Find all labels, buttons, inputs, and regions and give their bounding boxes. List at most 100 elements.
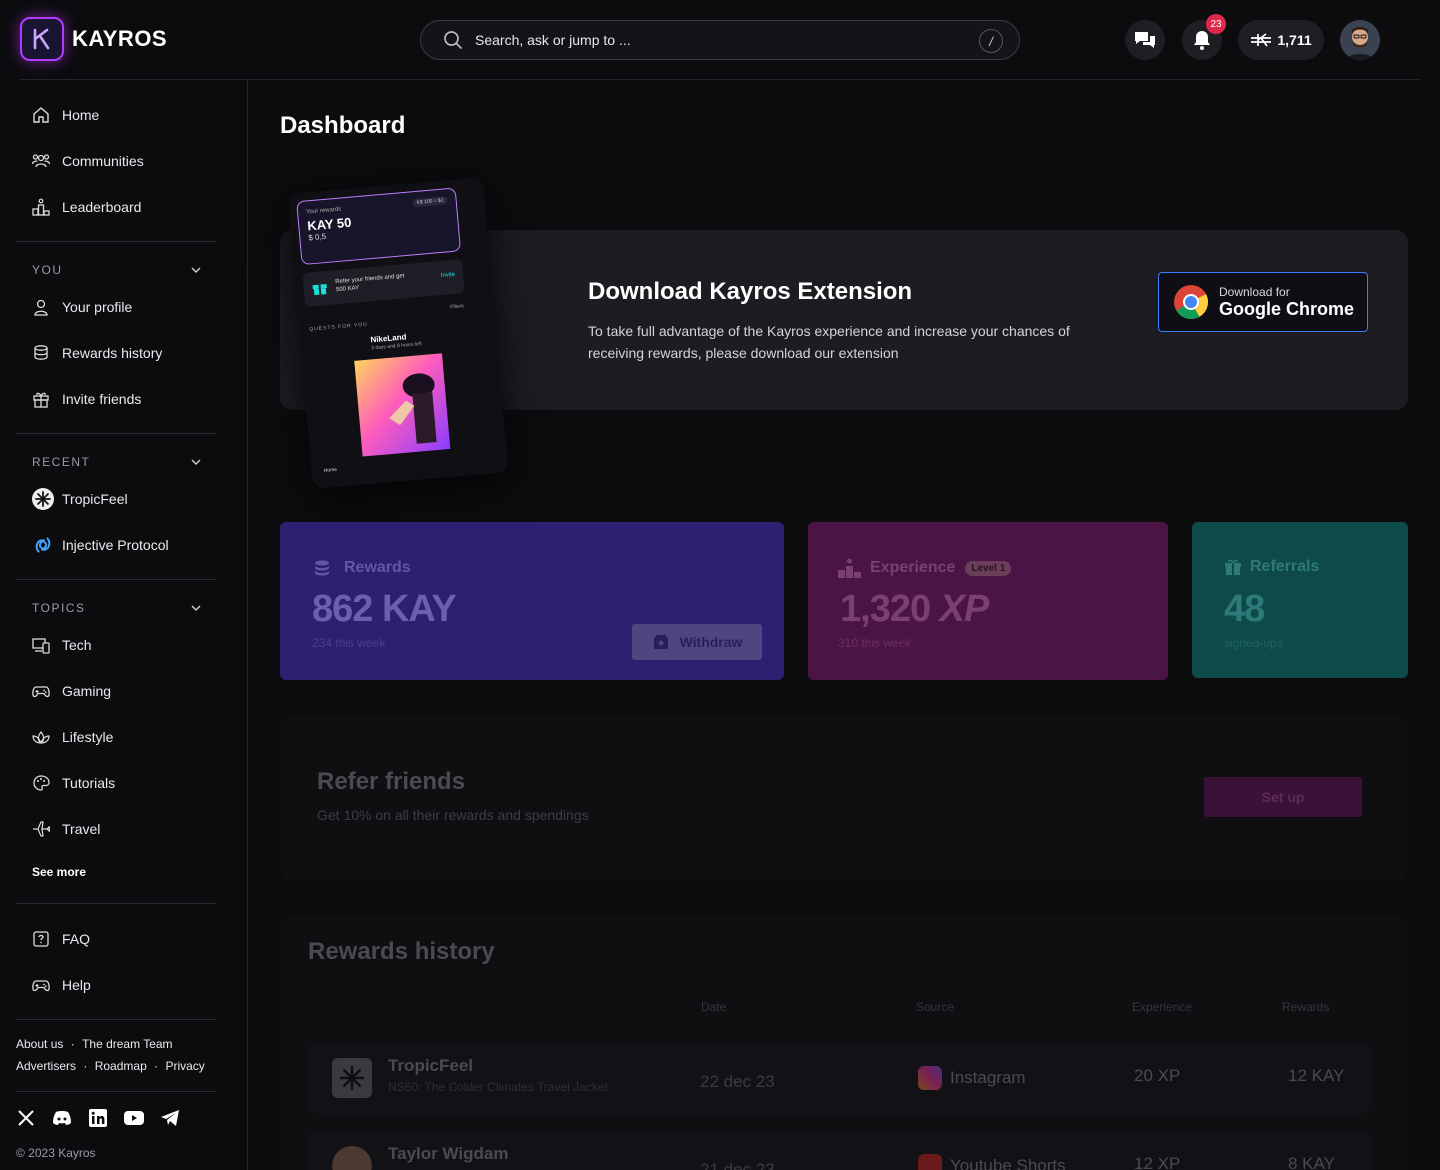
tropicfeel-icon <box>32 488 54 510</box>
leaderboard-icon <box>32 198 50 216</box>
row-title: TropicFeel <box>388 1056 474 1075</box>
footer-link-advertisers[interactable]: Advertisers <box>16 1059 76 1073</box>
section-label-topics: TOPICS <box>32 601 86 615</box>
brand-name: KAYROS <box>72 26 168 51</box>
experience-week-sub: 310 this week <box>838 636 912 650</box>
rewards-week-sub: 234 this week <box>312 636 386 650</box>
footer-link-privacy[interactable]: Privacy <box>165 1059 204 1073</box>
sidebar-item-injective-protocol[interactable]: Injective Protocol <box>32 533 169 557</box>
sidebar-item-your-profile[interactable]: Your profile <box>32 295 132 319</box>
referrals-stat-card: Referrals 48 signed-ups <box>1192 522 1408 678</box>
gamepad-icon <box>32 980 50 992</box>
experience-label: Experience Level 1 <box>838 558 1012 578</box>
gift-icon <box>33 392 49 408</box>
search-icon <box>444 31 462 49</box>
youtube-shorts-icon <box>918 1154 942 1170</box>
sidebar-item-faq[interactable]: FAQ <box>32 927 90 951</box>
sidebar: Home Communities Leaderboard YOU Your pr… <box>0 80 248 1170</box>
home-icon <box>33 107 49 123</box>
chrome-button-big-text: Google Chrome <box>1219 298 1355 319</box>
sidebar-item-invite-friends[interactable]: Invite friends <box>32 387 141 411</box>
chevron-down-icon[interactable] <box>190 264 202 276</box>
row-experience: 12 XP <box>1134 1154 1181 1170</box>
sidebar-divider <box>16 1091 216 1092</box>
experience-label-text: Experience <box>870 559 956 576</box>
chat-icon <box>1135 32 1155 48</box>
injective-icon <box>35 537 51 553</box>
sidebar-item-label: Home <box>62 107 100 123</box>
footer-link-roadmap[interactable]: Roadmap <box>95 1059 147 1073</box>
extension-phone-mockup: Your rewards K$ 100 = $1 KAY 50 $ 0,5 Re… <box>287 177 509 489</box>
experience-value-number: 1,320 <box>840 588 931 630</box>
refer-title: Refer friends <box>317 768 466 795</box>
row-source: Instagram <box>918 1066 1026 1090</box>
rewards-stat-card: Rewards 862 KAY 234 this week Withdraw <box>280 522 784 680</box>
gift-icon <box>1225 559 1241 575</box>
sidebar-item-gaming[interactable]: Gaming <box>32 679 111 703</box>
instagram-icon <box>918 1066 942 1090</box>
table-row[interactable]: Taylor Wigdam 21 dec 23 Youtube Shorts 1… <box>308 1130 1370 1170</box>
sidebar-item-tech[interactable]: Tech <box>32 633 92 657</box>
search-bar[interactable]: Search, ask or jump to ... / <box>420 20 1020 60</box>
rewards-history-title: Rewards history <box>308 938 495 965</box>
row-title: Taylor Wigdam <box>388 1144 509 1163</box>
lotus-icon <box>32 731 50 744</box>
wallet-icon <box>653 635 668 649</box>
footer-link-about[interactable]: About us <box>16 1037 63 1051</box>
user-icon <box>34 299 48 316</box>
youtube-icon[interactable] <box>124 1108 144 1128</box>
sidebar-item-leaderboard[interactable]: Leaderboard <box>32 195 141 219</box>
tech-icon <box>32 638 50 654</box>
footer-link-team[interactable]: The dream Team <box>82 1037 173 1051</box>
question-icon <box>33 931 49 947</box>
avatar <box>332 1146 372 1170</box>
rewards-history-card: Rewards history Date Source Experience R… <box>280 914 1408 1170</box>
messages-button[interactable] <box>1125 20 1165 60</box>
telegram-icon[interactable] <box>160 1108 180 1128</box>
withdraw-button[interactable]: Withdraw <box>632 624 762 660</box>
refer-friends-card: Refer friends Get 10% on all their rewar… <box>280 714 1408 880</box>
sidebar-item-label: Communities <box>62 153 144 169</box>
sidebar-divider <box>16 579 216 580</box>
download-chrome-button[interactable]: Download for Google Chrome <box>1158 272 1368 332</box>
referrals-label: Referrals <box>1224 558 1319 576</box>
sidebar-item-help[interactable]: Help <box>32 973 91 997</box>
sidebar-item-tutorials[interactable]: Tutorials <box>32 771 115 795</box>
sidebar-divider <box>16 903 216 904</box>
kayros-logo-icon <box>20 17 64 61</box>
chevron-down-icon[interactable] <box>190 456 202 468</box>
row-date: 21 dec 23 <box>700 1160 775 1170</box>
brand-logo[interactable]: KAYROS <box>20 17 167 61</box>
sidebar-item-label: Tutorials <box>62 775 116 791</box>
column-header-experience: Experience <box>1132 1000 1193 1014</box>
referrals-value: 48 <box>1224 588 1265 630</box>
section-label-you: YOU <box>32 263 63 277</box>
coins-icon <box>34 345 48 360</box>
search-input[interactable]: Search, ask or jump to ... <box>475 32 631 48</box>
see-more-link[interactable]: See more <box>32 865 86 879</box>
chevron-down-icon[interactable] <box>190 602 202 614</box>
phone-rewards-card: Your rewards K$ 100 = $1 KAY 50 $ 0,5 <box>296 187 462 266</box>
sidebar-item-communities[interactable]: Communities <box>32 149 144 173</box>
user-avatar[interactable] <box>1340 20 1380 60</box>
setup-button[interactable]: Set up <box>1204 777 1362 817</box>
linkedin-icon[interactable] <box>88 1108 108 1128</box>
sidebar-item-rewards-history[interactable]: Rewards history <box>32 341 162 365</box>
bell-icon <box>1194 31 1210 50</box>
search-shortcut-key: / <box>979 29 1003 53</box>
extension-description: To take full advantage of the Kayros exp… <box>588 323 1070 361</box>
sidebar-item-label: Lifestyle <box>62 729 114 745</box>
balance-value: 1,711 <box>1277 32 1312 48</box>
table-row[interactable]: TropicFeel NS60: The Colder Climates Tra… <box>308 1042 1370 1114</box>
sidebar-item-lifestyle[interactable]: Lifestyle <box>32 725 113 749</box>
x-twitter-icon[interactable] <box>16 1108 36 1128</box>
kay-balance[interactable]: 1,711 <box>1238 20 1324 60</box>
kay-currency-icon <box>1251 33 1272 47</box>
sidebar-item-travel[interactable]: Travel <box>32 817 100 841</box>
section-label-recent: RECENT <box>32 455 91 469</box>
sidebar-item-home[interactable]: Home <box>32 103 99 127</box>
sidebar-item-tropicfeel[interactable]: TropicFeel <box>32 487 128 511</box>
discord-icon[interactable] <box>52 1108 72 1128</box>
row-source: Youtube Shorts <box>918 1154 1066 1170</box>
notifications-button[interactable]: 23 <box>1182 14 1226 60</box>
